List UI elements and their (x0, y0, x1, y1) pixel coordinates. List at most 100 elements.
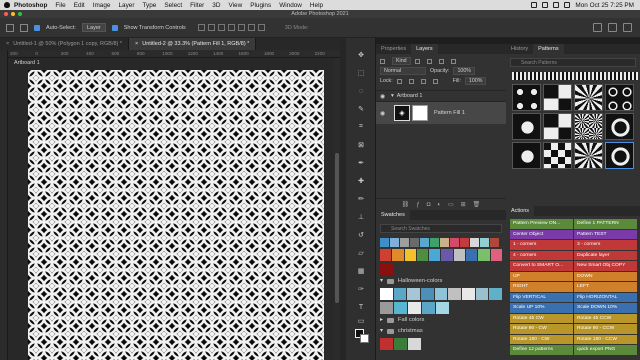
action-button[interactable]: Pattern TEST (574, 229, 637, 239)
action-button[interactable]: DOWN (574, 271, 637, 281)
color-swatch-picker[interactable] (355, 329, 369, 343)
menu-view[interactable]: View (228, 2, 242, 9)
action-button[interactable]: New Smart Obj COPY (574, 261, 637, 271)
share-icon[interactable] (623, 23, 632, 32)
control-center-icon[interactable] (564, 2, 571, 8)
brush-tool-icon[interactable]: ✏ (356, 194, 366, 204)
swatch[interactable] (466, 249, 478, 261)
swatch[interactable] (440, 238, 449, 247)
eyedropper-icon[interactable]: ✒ (356, 158, 366, 168)
auto-select-checkbox[interactable] (34, 24, 40, 31)
swatch[interactable] (390, 238, 399, 247)
swatch-group-christmas[interactable]: ▾ christmas (376, 326, 506, 337)
menu-edit[interactable]: Edit (74, 2, 85, 9)
chevron-down-icon[interactable]: ▾ (380, 276, 383, 287)
link-layers-icon[interactable]: ⛓ (402, 201, 410, 208)
menu-select[interactable]: Select (164, 2, 182, 9)
minimize-window-button[interactable] (11, 12, 15, 16)
swatch[interactable] (408, 338, 421, 350)
menu-file[interactable]: File (55, 2, 65, 9)
patterns-search-input[interactable]: Search Patterns (510, 58, 636, 67)
pattern-thumb[interactable] (592, 72, 606, 80)
doc-tab-untitled-1[interactable]: × Untitled-1 @ 50% (Polygon 1 copy, RGB/8… (0, 38, 130, 50)
action-button[interactable]: UP (510, 271, 573, 281)
pattern-thumb[interactable] (512, 72, 526, 80)
fill-field[interactable]: 100% (464, 77, 487, 85)
battery-icon[interactable] (542, 2, 549, 8)
action-button[interactable]: quick export PNG (574, 345, 637, 355)
swatch[interactable] (430, 238, 439, 247)
pattern-thumbnail[interactable] (512, 142, 541, 169)
swatch[interactable] (380, 238, 389, 247)
layer-row-artboard[interactable]: ◉ ▾ Artboard 1 (376, 90, 506, 102)
swatch[interactable] (436, 302, 449, 314)
frame-tool-icon[interactable]: ⊠ (356, 140, 366, 150)
menu-3d[interactable]: 3D (212, 2, 220, 9)
pattern-thumbnail[interactable] (605, 113, 634, 140)
quick-select-icon[interactable]: ✎ (356, 104, 366, 114)
action-button[interactable]: Convert to SMART O... (510, 261, 573, 271)
swatch[interactable] (380, 338, 393, 350)
artboard-label[interactable]: Artboard 1 (14, 60, 40, 66)
add-mask-icon[interactable]: ◘ (427, 202, 431, 208)
action-button[interactable]: Rotate 180 - CCW (574, 334, 637, 344)
pattern-thumbnail[interactable] (574, 84, 603, 111)
lasso-tool-icon[interactable]: ◌ (356, 86, 366, 96)
move-tool-icon[interactable]: ✥ (356, 50, 366, 60)
layer-row-pattern-fill[interactable]: ◉ ◈ Pattern Fill 1 (376, 102, 506, 124)
menu-window[interactable]: Window (279, 2, 302, 9)
shape-tool-icon[interactable]: ▭ (356, 316, 366, 326)
new-layer-icon[interactable]: ⊞ (461, 201, 466, 208)
tab-actions[interactable]: Actions (506, 206, 535, 216)
filter-type-icon[interactable] (438, 58, 444, 64)
swatch[interactable] (489, 288, 503, 300)
pattern-thumb[interactable] (544, 72, 558, 80)
pattern-thumbnail[interactable] (605, 142, 634, 169)
swatch[interactable] (490, 249, 502, 261)
action-button[interactable]: Pattern Preview ON... (510, 219, 573, 229)
action-button[interactable]: LEFT (574, 282, 637, 292)
pattern-thumbnail[interactable] (574, 142, 603, 169)
pen-tool-icon[interactable]: ✑ (356, 284, 366, 294)
pattern-thumb[interactable] (576, 72, 590, 80)
swatch[interactable] (410, 238, 419, 247)
action-button[interactable]: Scale UP 10% (510, 303, 573, 313)
filter-pixel-icon[interactable] (414, 58, 420, 64)
ruler-horizontal[interactable]: 200 0 200 400 600 800 1000 1200 1400 1600 1800 2000… (8, 50, 340, 58)
transform-controls-checkbox[interactable] (111, 24, 118, 31)
action-button[interactable]: Define 12 patterns (510, 345, 573, 355)
swatch[interactable] (429, 249, 441, 261)
filter-adjust-icon[interactable] (426, 58, 432, 64)
ruler-vertical[interactable] (0, 50, 8, 360)
pattern-fill-thumbnail-icon[interactable]: ◈ (394, 105, 410, 121)
chevron-down-icon[interactable]: ▾ (380, 326, 383, 337)
distribute-icon[interactable] (257, 24, 265, 31)
tab-patterns[interactable]: Patterns (533, 44, 564, 54)
pattern-thumbnail[interactable] (574, 113, 603, 140)
swatch[interactable] (392, 249, 404, 261)
action-button[interactable]: Rotate 90 - CW (510, 324, 573, 334)
tab-swatches[interactable]: Swatches (376, 210, 410, 220)
menubar-clock[interactable]: Mon Oct 25 7:25 PM (575, 2, 634, 9)
fx-icon[interactable]: ƒ (416, 202, 419, 208)
history-brush-icon[interactable]: ↺ (356, 230, 366, 240)
canvas-area[interactable]: Artboard 1 (8, 58, 334, 360)
swatch[interactable] (448, 288, 462, 300)
type-tool-icon[interactable]: T (356, 302, 366, 312)
background-color[interactable] (360, 334, 369, 343)
chevron-down-icon[interactable]: ▾ (391, 93, 394, 99)
visibility-eye-icon[interactable]: ◉ (380, 110, 388, 117)
swatch[interactable] (478, 249, 490, 261)
pattern-thumbnail[interactable] (543, 113, 572, 140)
align-top-icon[interactable] (227, 24, 235, 31)
pattern-thumbnail[interactable] (512, 84, 541, 111)
healing-brush-icon[interactable]: ✚ (356, 176, 366, 186)
action-button[interactable]: 1 - corners (510, 240, 573, 250)
action-button[interactable]: 4 - corners (510, 250, 573, 260)
swatch[interactable] (420, 238, 429, 247)
pattern-thumbnail[interactable] (543, 142, 572, 169)
swatch[interactable] (394, 302, 407, 314)
menu-plugins[interactable]: Plugins (250, 2, 271, 9)
action-button[interactable]: Rotate 45 CW (510, 313, 573, 323)
menu-type[interactable]: Type (142, 2, 156, 9)
